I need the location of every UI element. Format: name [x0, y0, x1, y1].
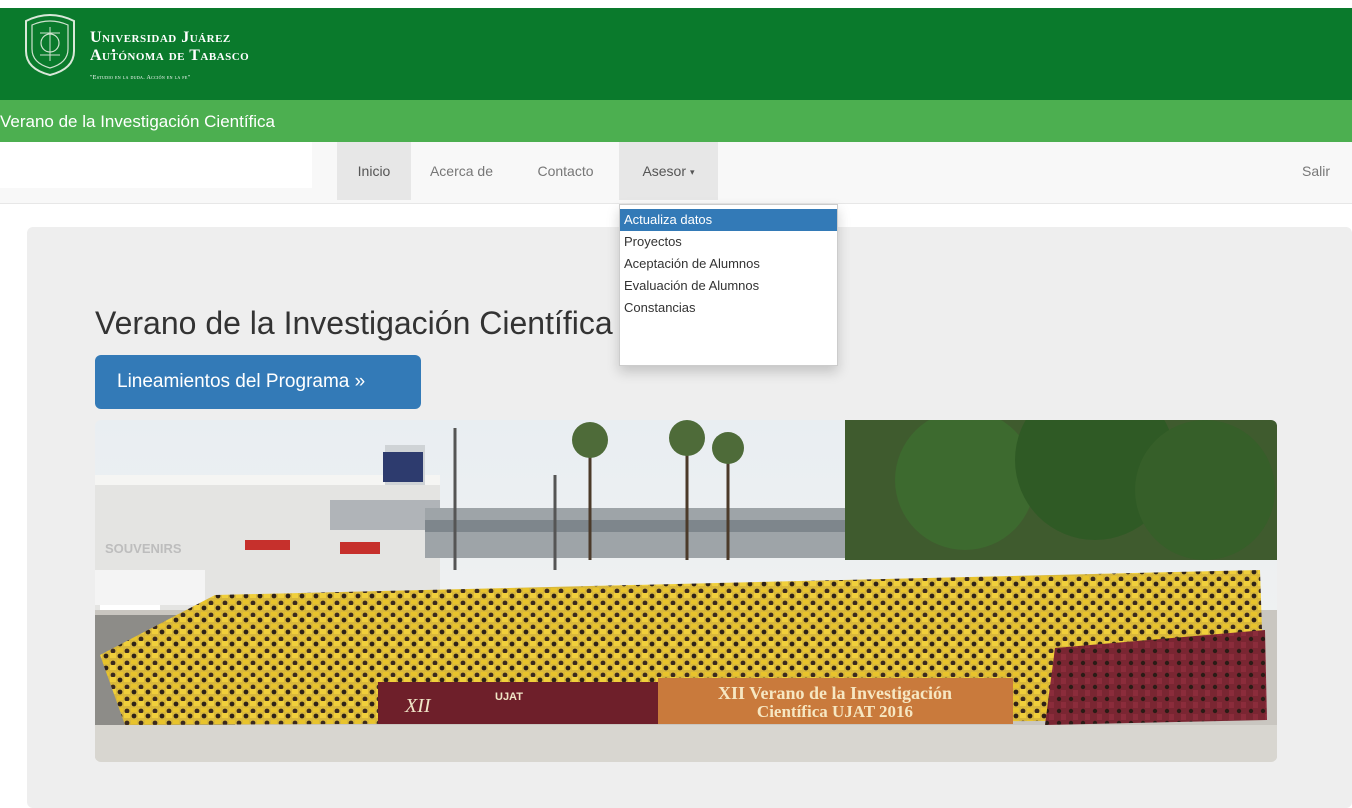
nav-contacto[interactable]: Contacto	[512, 142, 619, 200]
nav-brand-area	[0, 142, 312, 188]
university-shield-icon	[25, 14, 75, 77]
logo-dot	[112, 49, 115, 52]
menu-item-actualiza-datos[interactable]: Actualiza datos	[620, 209, 837, 231]
lineamientos-button[interactable]: Lineamientos del Programa »	[95, 355, 421, 409]
menu-item-constancias[interactable]: Constancias	[620, 297, 837, 319]
nav-salir[interactable]: Salir	[1302, 142, 1330, 200]
program-bar: Verano de la Investigación Científica	[0, 100, 1352, 142]
group-photo: XII UJAT XII Verano de la Investigación …	[95, 420, 1277, 762]
banner-title-1: XII Verano de la Investigación	[718, 683, 952, 703]
banner-xii: XII	[404, 695, 432, 717]
site-header: Universidad Juárez Autónoma de Tabasco "…	[0, 8, 1352, 100]
nav-asesor-label: Asesor	[642, 163, 687, 179]
nav-asesor-dropdown[interactable]: Asesor ▾	[619, 142, 718, 200]
program-title: Verano de la Investigación Científica	[0, 112, 276, 131]
logo-line-1: Universidad Juárez	[90, 29, 231, 46]
menu-item-proyectos[interactable]: Proyectos	[620, 231, 837, 253]
group-photo-illustration: XII UJAT XII Verano de la Investigación …	[95, 420, 1277, 762]
top-margin	[0, 0, 1352, 8]
menu-item-aceptacion-alumnos[interactable]: Aceptación de Alumnos	[620, 253, 837, 275]
nav-contacto-label: Contacto	[537, 163, 594, 179]
banner-title-2: Científica UJAT 2016	[757, 702, 913, 721]
logo-motto: "Estudio en la duda. Acción en la fe"	[90, 75, 191, 81]
page-title: Verano de la Investigación Científica	[95, 305, 613, 341]
nav-acerca-de[interactable]: Acerca de	[411, 142, 512, 200]
nav-acerca-de-label: Acerca de	[429, 163, 494, 179]
navbar: Inicio Acerca de Contacto Asesor ▾ Salir	[0, 142, 1352, 204]
university-logo-text: Universidad Juárez Autónoma de Tabasco "…	[90, 29, 249, 81]
banner-ujat: UJAT	[495, 691, 523, 703]
nav-inicio-label: Inicio	[357, 163, 391, 179]
caret-down-icon: ▾	[690, 167, 695, 178]
nav-inicio[interactable]: Inicio	[337, 142, 411, 200]
souvenirs-sign: SOUVENIRS	[105, 541, 182, 556]
menu-item-evaluacion-alumnos[interactable]: Evaluación de Alumnos	[620, 275, 837, 297]
asesor-dropdown-menu: Actualiza datos Proyectos Aceptación de …	[619, 204, 838, 366]
